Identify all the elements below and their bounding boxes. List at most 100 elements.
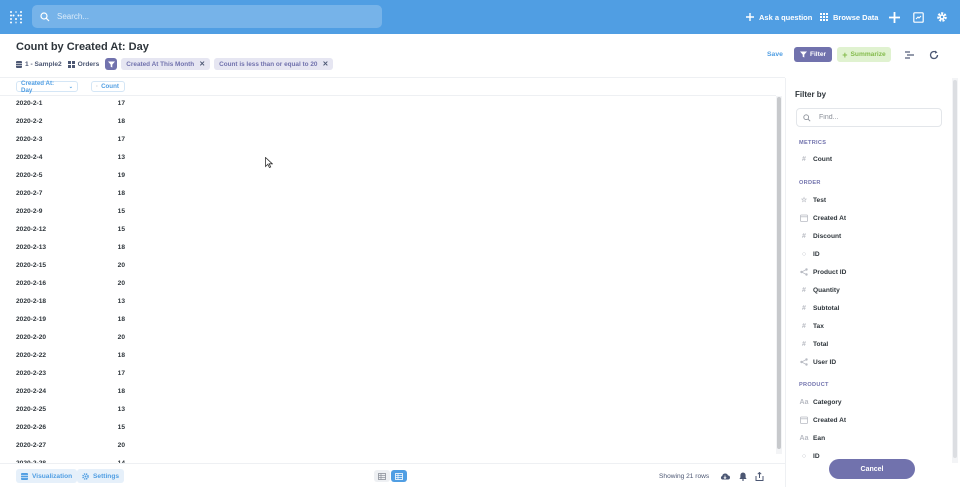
- field-search-input[interactable]: [819, 114, 929, 121]
- table-view-toggle[interactable]: [374, 470, 390, 482]
- field-product-created-at[interactable]: Created At: [799, 414, 846, 426]
- visualization-label: Visualization: [32, 472, 73, 480]
- bell-icon[interactable]: [738, 471, 748, 481]
- summarize-button[interactable]: + Summarize: [837, 47, 891, 62]
- field-label: Created At: [813, 214, 847, 222]
- field-ean[interactable]: Aa Ean: [799, 432, 826, 444]
- section-metrics: METRICS: [799, 140, 827, 146]
- cancel-button[interactable]: Cancel: [829, 459, 915, 479]
- table-row[interactable]: 2020-2-1 17: [16, 100, 136, 118]
- table-row[interactable]: 2020-2-4 13: [16, 154, 136, 172]
- search-input[interactable]: [57, 12, 357, 21]
- table-row[interactable]: 2020-2-2 18: [16, 118, 136, 136]
- field-user-id[interactable]: User ID: [799, 356, 836, 368]
- table-row[interactable]: 2020-2-9 15: [16, 208, 136, 226]
- notebook-icon[interactable]: [904, 49, 915, 60]
- field-tax[interactable]: # Tax: [799, 320, 824, 332]
- field-test[interactable]: ☆ Test: [799, 194, 826, 206]
- field-label: Discount: [813, 232, 842, 240]
- browse-data-button[interactable]: Browse Data: [820, 0, 878, 34]
- table-row[interactable]: 2020-2-3 17: [16, 136, 136, 154]
- scrollbar-thumb[interactable]: [953, 80, 957, 458]
- date-cell: 2020-2-27: [16, 442, 47, 449]
- refresh-icon[interactable]: [928, 49, 939, 60]
- field-count[interactable]: # Count: [799, 153, 832, 165]
- field-subtotal[interactable]: # Subtotal: [799, 302, 839, 314]
- table-row[interactable]: 2020-2-16 20: [16, 280, 136, 298]
- field-product-id-2[interactable]: ○ ID: [799, 450, 820, 460]
- table-row[interactable]: 2020-2-13 18: [16, 244, 136, 262]
- new-plus-icon[interactable]: [887, 10, 901, 24]
- scrollbar-thumb[interactable]: [777, 97, 781, 449]
- count-cell: 15: [117, 208, 125, 215]
- field-discount[interactable]: # Discount: [799, 230, 841, 242]
- field-created-at[interactable]: Created At: [799, 212, 846, 224]
- field-label: Tax: [813, 322, 824, 330]
- date-cell: 2020-2-7: [16, 190, 43, 197]
- sidebar-search[interactable]: [796, 108, 942, 127]
- table-row[interactable]: 2020-2-27 20: [16, 442, 136, 460]
- filter-toggle-icon[interactable]: [105, 58, 118, 70]
- field-label: Count: [813, 155, 833, 163]
- gear-icon[interactable]: [935, 10, 949, 24]
- plus-icon: [746, 13, 754, 21]
- column-header-label: Created At: Day: [21, 79, 55, 94]
- count-cell: 18: [117, 316, 125, 323]
- table-row[interactable]: 2020-2-7 18: [16, 190, 136, 208]
- field-label: ID: [813, 250, 820, 258]
- save-button[interactable]: Save: [767, 51, 783, 58]
- count-cell: 18: [117, 388, 125, 395]
- table-row[interactable]: 2020-2-26 15: [16, 424, 136, 442]
- filter-pill-label: Count is less than or equal to 20: [219, 60, 318, 68]
- close-icon[interactable]: ✕: [199, 60, 205, 68]
- summarize-button-label: Summarize: [850, 51, 886, 58]
- text-icon: Aa: [799, 398, 809, 406]
- hash-icon: #: [802, 322, 806, 330]
- column-header-count[interactable]: · Count: [91, 81, 125, 92]
- download-icon[interactable]: [720, 471, 730, 481]
- table-crumb[interactable]: Orders: [67, 60, 99, 68]
- filter-pill[interactable]: Count is less than or equal to 20 ✕: [214, 58, 334, 70]
- field-list: METRICS # Count ORDER ☆ Test Created At # D…: [786, 134, 960, 459]
- table-row[interactable]: 2020-2-24 18: [16, 388, 136, 406]
- table-row[interactable]: 2020-2-22 18: [16, 352, 136, 370]
- table-row[interactable]: 2020-2-19 18: [16, 316, 136, 334]
- table-row[interactable]: 2020-2-15 20: [16, 262, 136, 280]
- database-crumb[interactable]: 1 - Sample2: [16, 60, 62, 68]
- visualization-button[interactable]: Visualization: [16, 469, 78, 483]
- table-row[interactable]: 2020-2-5 19: [16, 172, 136, 190]
- field-product-id[interactable]: Product ID: [799, 266, 846, 278]
- table-row[interactable]: 2020-2-18 13: [16, 298, 136, 316]
- chevron-down-icon: ⌄: [68, 83, 73, 90]
- date-cell: 2020-2-3: [16, 136, 43, 143]
- table-scrollbar[interactable]: [776, 96, 782, 454]
- field-quantity[interactable]: # Quantity: [799, 284, 840, 296]
- plus-icon: +: [842, 49, 848, 60]
- field-id[interactable]: ○ ID: [799, 248, 820, 260]
- field-total[interactable]: # Total: [799, 338, 828, 350]
- page-title: Count by Created At: Day: [16, 41, 149, 53]
- ask-question-button[interactable]: Ask a question: [746, 0, 812, 34]
- global-search[interactable]: [32, 5, 382, 28]
- filter-button[interactable]: Filter: [794, 47, 832, 62]
- count-cell: 18: [117, 352, 125, 359]
- close-icon[interactable]: ✕: [322, 60, 328, 68]
- table-row[interactable]: 2020-2-25 13: [16, 406, 136, 424]
- table-row[interactable]: 2020-2-23 17: [16, 370, 136, 388]
- column-header-created-at[interactable]: Created At: Day ⌄: [16, 79, 78, 94]
- date-cell: 2020-2-22: [16, 352, 47, 359]
- share-icon[interactable]: [754, 471, 764, 481]
- field-category[interactable]: Aa Category: [799, 396, 842, 408]
- table-row[interactable]: 2020-2-20 20: [16, 334, 136, 352]
- sidebar-scrollbar[interactable]: [952, 78, 958, 463]
- count-cell: 13: [117, 154, 125, 161]
- count-cell: 15: [117, 226, 125, 233]
- table-row[interactable]: 2020-2-12 15: [16, 226, 136, 244]
- count-cell: 20: [117, 442, 125, 449]
- filter-pill[interactable]: Created At This Month ✕: [121, 58, 211, 70]
- footer-bar: Visualization Settings Showing 21 rows: [0, 463, 785, 487]
- embed-icon[interactable]: [911, 10, 925, 24]
- settings-button[interactable]: Settings: [77, 469, 125, 483]
- metabase-logo-icon[interactable]: [9, 10, 23, 24]
- chart-view-toggle[interactable]: [391, 470, 407, 482]
